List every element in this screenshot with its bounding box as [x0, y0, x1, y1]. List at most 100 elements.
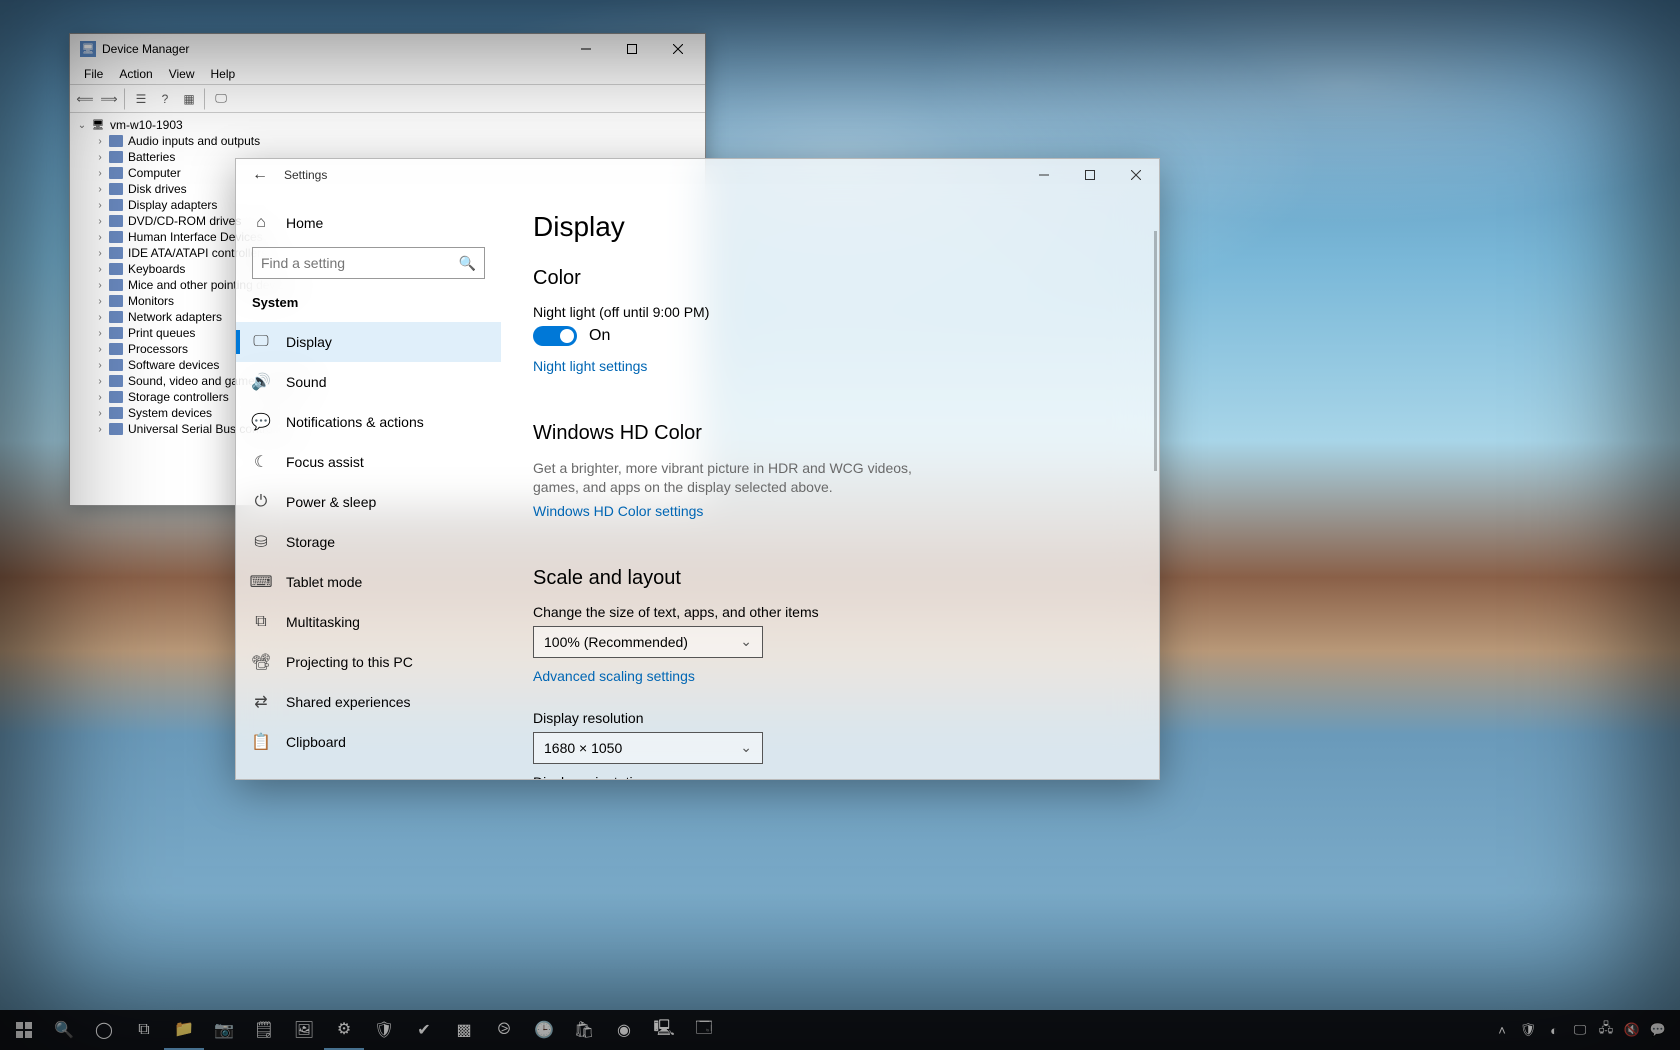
collapse-icon[interactable]: ⌄ — [74, 120, 90, 131]
expand-icon[interactable]: › — [92, 376, 108, 387]
night-light-settings-link[interactable]: Night light settings — [533, 358, 647, 374]
powershell-icon[interactable]: ⧁ — [484, 1010, 524, 1050]
resolution-dropdown[interactable]: 1680 × 1050 ⌄ — [533, 732, 763, 764]
sidebar-item-multitasking[interactable]: ⧉Multitasking — [236, 602, 501, 642]
expand-icon[interactable]: › — [92, 216, 108, 227]
search-field[interactable] — [261, 255, 459, 271]
sidebar-item-notifications-actions[interactable]: 💬Notifications & actions — [236, 402, 501, 442]
maximize-button[interactable] — [609, 35, 655, 63]
toolbar-icon[interactable]: ☰ — [130, 88, 152, 110]
action-center-icon[interactable]: 💬 — [1646, 1010, 1670, 1050]
minimize-button[interactable] — [1021, 159, 1067, 191]
device-category-icon — [108, 294, 124, 308]
sidebar-item-storage[interactable]: ⛁Storage — [236, 522, 501, 562]
expand-icon[interactable]: › — [92, 344, 108, 355]
resolution-value: 1680 × 1050 — [544, 740, 740, 756]
expand-icon[interactable]: › — [92, 200, 108, 211]
device-manager-titlebar[interactable]: 🖥 Device Manager — [70, 34, 705, 64]
scale-dropdown[interactable]: 100% (Recommended) ⌄ — [533, 626, 763, 658]
expand-icon[interactable]: › — [92, 232, 108, 243]
maximize-button[interactable] — [1067, 159, 1113, 191]
back-icon[interactable]: ⟸ — [74, 88, 96, 110]
expand-icon[interactable]: › — [92, 360, 108, 371]
settings-titlebar[interactable]: ← Settings — [236, 159, 1159, 191]
sidebar-item-shared-experiences[interactable]: ⇄Shared experiences — [236, 682, 501, 722]
todo-icon[interactable]: ✔ — [404, 1010, 444, 1050]
sidebar-item-power-sleep[interactable]: ⏻Power & sleep — [236, 482, 501, 522]
back-button[interactable]: ← — [236, 166, 284, 184]
expand-icon[interactable]: › — [92, 248, 108, 259]
toolbar-icon[interactable]: ▦ — [178, 88, 200, 110]
night-light-toggle[interactable] — [533, 326, 577, 346]
security-tray-icon[interactable]: 🛡 — [1516, 1010, 1540, 1050]
category-label: Keyboards — [128, 262, 185, 276]
advanced-scaling-link[interactable]: Advanced scaling settings — [533, 668, 695, 684]
tray-overflow-icon[interactable]: ˄ — [1490, 1010, 1514, 1050]
menu-view[interactable]: View — [161, 65, 203, 83]
category-label: Computer — [128, 166, 181, 180]
sidebar-icon: 💬 — [252, 413, 270, 431]
menu-help[interactable]: Help — [203, 65, 244, 83]
sticky-notes-icon[interactable]: 🗒 — [244, 1010, 284, 1050]
expand-icon[interactable]: › — [92, 312, 108, 323]
terminal-icon[interactable]: ▩ — [444, 1010, 484, 1050]
network-tray-icon[interactable]: 🖧 — [1594, 1010, 1618, 1050]
photos-icon[interactable]: 🖼 — [284, 1010, 324, 1050]
tree-category[interactable]: › Audio inputs and outputs — [92, 133, 703, 149]
expand-icon[interactable]: › — [92, 408, 108, 419]
security-icon[interactable]: 🛡 — [364, 1010, 404, 1050]
sidebar-item-tablet-mode[interactable]: ⌨Tablet mode — [236, 562, 501, 602]
expand-icon[interactable]: › — [92, 392, 108, 403]
expand-icon[interactable]: › — [92, 296, 108, 307]
store-icon[interactable]: 🛍 — [564, 1010, 604, 1050]
clock-app-icon[interactable]: 🕒 — [524, 1010, 564, 1050]
sidebar-icon: ☾ — [252, 453, 270, 471]
search-button[interactable]: 🔍 — [44, 1010, 84, 1050]
settings-window-title: Settings — [284, 168, 327, 182]
scrollbar[interactable] — [1154, 231, 1157, 471]
home-button[interactable]: ⌂ Home — [236, 203, 501, 243]
device-category-icon — [108, 326, 124, 340]
sidebar-item-projecting-to-this-pc[interactable]: 📽Projecting to this PC — [236, 642, 501, 682]
settings-taskbar-icon[interactable]: ⚙ — [324, 1010, 364, 1050]
sidebar-item-display[interactable]: 🖵Display — [236, 322, 501, 362]
expand-icon[interactable]: › — [92, 280, 108, 291]
app-icon[interactable]: 🗔 — [684, 1010, 724, 1050]
expand-icon[interactable]: › — [92, 328, 108, 339]
sidebar-item-label: Shared experiences — [286, 694, 411, 710]
close-button[interactable] — [1113, 159, 1159, 191]
cortana-button[interactable]: ◯ — [84, 1010, 124, 1050]
sidebar-item-sound[interactable]: 🔊Sound — [236, 362, 501, 402]
expand-icon[interactable]: › — [92, 152, 108, 163]
camera-icon[interactable]: 📷 — [204, 1010, 244, 1050]
minimize-button[interactable] — [563, 35, 609, 63]
monitor-icon[interactable]: 🖵 — [210, 88, 232, 110]
expand-icon[interactable]: › — [92, 424, 108, 435]
tree-root-label[interactable]: vm-w10-1903 — [110, 118, 183, 132]
putty-icon[interactable]: 🖳 — [644, 1010, 684, 1050]
help-icon[interactable]: ? — [154, 88, 176, 110]
expand-icon[interactable]: › — [92, 136, 108, 147]
resolution-label: Display resolution — [533, 710, 1127, 726]
file-explorer-icon[interactable]: 📁 — [164, 1010, 204, 1050]
menu-file[interactable]: File — [76, 65, 111, 83]
displays-tray-icon[interactable]: 🖵 — [1568, 1010, 1592, 1050]
start-button[interactable] — [4, 1010, 44, 1050]
category-label: Audio inputs and outputs — [128, 134, 260, 148]
close-button[interactable] — [655, 35, 701, 63]
task-view-button[interactable]: ⧉ — [124, 1010, 164, 1050]
sidebar-group-label: System — [236, 287, 501, 322]
expand-icon[interactable]: › — [92, 168, 108, 179]
hd-color-link[interactable]: Windows HD Color settings — [533, 503, 703, 519]
sidebar-item-focus-assist[interactable]: ☾Focus assist — [236, 442, 501, 482]
forward-icon[interactable]: ⟹ — [98, 88, 120, 110]
chrome-icon[interactable]: ◉ — [604, 1010, 644, 1050]
expand-icon[interactable]: › — [92, 184, 108, 195]
expand-icon[interactable]: › — [92, 264, 108, 275]
scale-size-label: Change the size of text, apps, and other… — [533, 604, 1127, 620]
sidebar-item-clipboard[interactable]: 📋Clipboard — [236, 722, 501, 762]
menu-action[interactable]: Action — [111, 65, 160, 83]
edge-tray-icon[interactable]: ◐ — [1542, 1010, 1566, 1050]
volume-mute-icon[interactable]: 🔇 — [1620, 1010, 1644, 1050]
search-input[interactable]: 🔍 — [252, 247, 485, 279]
